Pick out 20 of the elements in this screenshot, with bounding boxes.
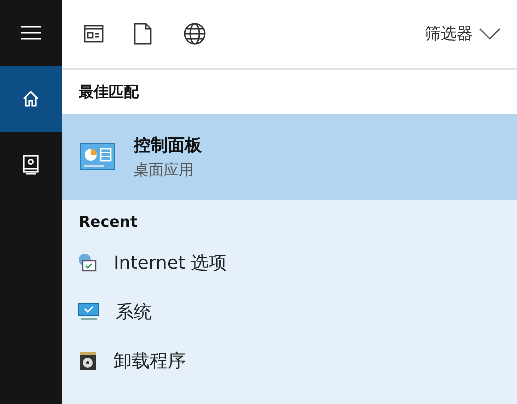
disc-box-icon xyxy=(78,350,98,370)
checked-globe-icon xyxy=(78,252,98,272)
result-subtitle: 桌面应用 xyxy=(134,161,195,180)
recent-item[interactable]: Internet 选项 xyxy=(62,238,517,287)
window-icon xyxy=(84,25,104,43)
monitor-icon xyxy=(78,302,100,320)
filter-button[interactable]: 筛选器 xyxy=(421,20,505,48)
control-panel-icon xyxy=(80,142,116,172)
document-icon xyxy=(134,23,152,45)
globe-icon xyxy=(184,23,206,45)
menu-icon xyxy=(21,26,41,40)
best-match-item[interactable]: 控制面板 桌面应用 xyxy=(62,114,517,200)
section-heading: 最佳匹配 xyxy=(79,82,139,102)
recent-item[interactable]: 卸载程序 xyxy=(62,336,517,385)
home-icon xyxy=(22,90,40,108)
chevron-down-icon xyxy=(479,28,501,40)
recent-item[interactable]: 系统 xyxy=(62,287,517,336)
result-title: 控制面板 xyxy=(134,135,202,157)
notebook-icon xyxy=(22,155,40,175)
section-heading: Recent xyxy=(79,213,138,231)
